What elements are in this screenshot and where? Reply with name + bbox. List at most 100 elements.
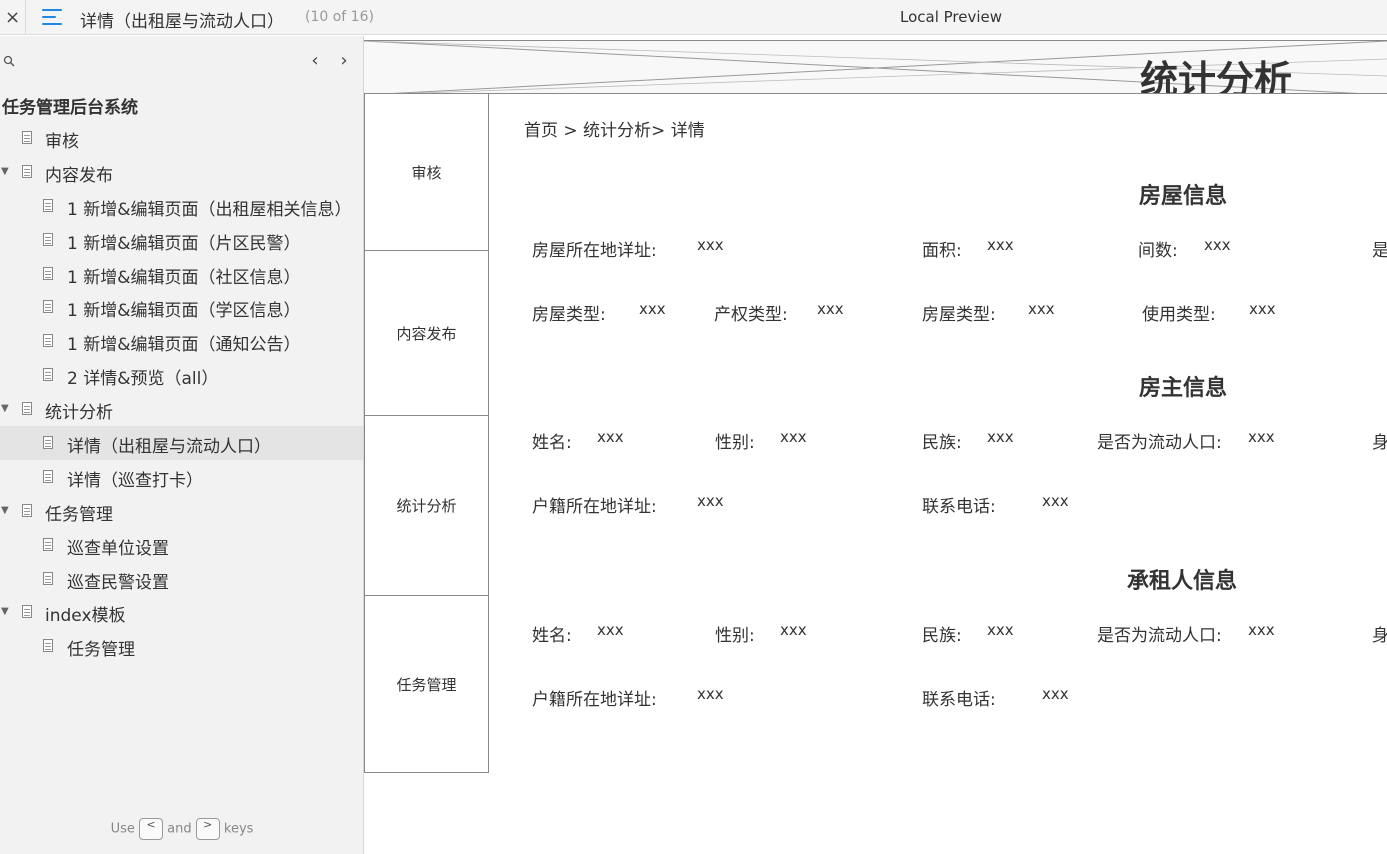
sidebar-item[interactable]: 审核 — [0, 121, 363, 155]
expand-caret-icon[interactable]: ▼ — [1, 505, 9, 516]
field-label: 户籍所在地详址: — [532, 690, 657, 710]
sidebar-item[interactable]: ▼ 任务管理 — [0, 494, 363, 528]
field-label: 间数: — [1138, 241, 1178, 261]
field-label: 产权类型: — [714, 305, 788, 325]
sidebar-item-label: 1 新增&编辑页面（通知公告） — [67, 335, 301, 356]
page-title: 详情（出租屋与流动人口） — [80, 12, 284, 32]
field-value: xxx — [597, 621, 624, 639]
expand-caret-icon[interactable]: ▼ — [1, 166, 9, 177]
sidebar-item-label: 详情（巡查打卡） — [67, 470, 203, 491]
sidebar-item[interactable]: ▼ 内容发布 — [0, 155, 363, 189]
sidebar-item-label: 任务管理 — [67, 640, 135, 661]
page-icon — [22, 605, 32, 619]
sidebar-item[interactable]: 1 新增&编辑页面（学区信息） — [0, 290, 363, 324]
field-house-cut: 是 — [1372, 236, 1387, 261]
hint-keys: keys — [223, 821, 254, 837]
section-title-tenant: 承租人信息 — [1127, 569, 1238, 594]
sidebar-item[interactable]: 1 新增&编辑页面（通知公告） — [0, 324, 363, 358]
nav-cell-review[interactable]: 审核 — [365, 94, 488, 251]
field-value: xxx — [780, 621, 807, 639]
sidebar-item-label: index模板 — [45, 606, 126, 627]
page-icon — [43, 571, 53, 585]
next-page-button[interactable]: › — [334, 50, 354, 71]
field-value: xxx — [1248, 428, 1275, 446]
field-house-area: 面积: xxx — [922, 236, 1014, 261]
tree-root-label: 任务管理后台系统 — [2, 98, 138, 118]
field-label: 民族: — [922, 433, 962, 453]
nav-cell-task-management[interactable]: 任务管理 — [365, 596, 488, 773]
field-owner-phone: 联系电话: xxx — [922, 492, 1069, 517]
preview-content: 统计分析 审核 内容发布 统计分析 任务管理 首页 > 统计分析> 详情 房屋信… — [364, 36, 1387, 854]
field-label: 民族: — [922, 626, 962, 646]
field-house-type-2: 房屋类型: xxx — [922, 300, 1055, 325]
field-property-type: 产权类型: xxx — [714, 300, 844, 325]
field-tenant-floating: 是否为流动人口: xxx — [1097, 621, 1275, 646]
sidebar-item[interactable]: 1 新增&编辑页面（片区民警） — [0, 223, 363, 257]
field-value: xxx — [1042, 492, 1069, 510]
field-label: 房屋类型: — [532, 305, 606, 325]
field-value: xxx — [1249, 300, 1276, 318]
page-icon — [43, 198, 53, 212]
field-tenant-cut: 身 — [1372, 621, 1387, 646]
field-house-rooms: 间数: xxx — [1138, 236, 1231, 261]
field-label: 房屋类型: — [922, 305, 996, 325]
page-icon — [22, 503, 32, 517]
preview-title: Local Preview — [900, 8, 1003, 26]
sidebar-item-label: 统计分析 — [45, 403, 113, 424]
right-key-icon: > — [195, 818, 220, 840]
sidebar-item[interactable]: 详情（巡查打卡） — [0, 460, 363, 494]
nav-cell-statistics[interactable]: 统计分析 — [365, 416, 488, 596]
nav-cell-publish[interactable]: 内容发布 — [365, 251, 488, 416]
sidebar-search-row: ‹ › — [0, 48, 363, 74]
sidebar-item-label: 2 详情&预览（all） — [67, 369, 219, 390]
field-tenant-phone: 联系电话: xxx — [922, 685, 1069, 710]
page-icon — [22, 131, 32, 144]
close-button[interactable]: × — [0, 0, 26, 35]
field-value: xxx — [987, 236, 1014, 254]
sidebar-item[interactable]: 1 新增&编辑页面（出租屋相关信息） — [0, 189, 363, 223]
field-house-address: 房屋所在地详址: xxx — [532, 236, 724, 261]
sidebar-item[interactable]: 1 新增&编辑页面（社区信息） — [0, 257, 363, 291]
sidebar: ‹ › 任务管理后台系统 审核 ▼ 内容发布 1 新增&编辑页面（出租屋相关信息） 1 … — [0, 36, 364, 854]
sidebar-item[interactable]: 巡查单位设置 — [0, 528, 363, 562]
sidebar-item-label: 1 新增&编辑页面（片区民警） — [67, 233, 301, 254]
search-icon[interactable] — [3, 55, 15, 67]
sidebar-item[interactable]: 巡查民警设置 — [0, 562, 363, 596]
page-icon — [22, 164, 32, 178]
page-icon — [43, 334, 53, 348]
banner-title: 统计分析 — [1140, 58, 1293, 94]
expand-caret-icon[interactable]: ▼ — [1, 606, 9, 617]
field-house-type: 房屋类型: xxx — [532, 300, 666, 325]
field-value: xxx — [639, 300, 666, 318]
field-value: xxx — [817, 300, 844, 318]
field-label: 姓名: — [532, 626, 572, 646]
expand-caret-icon[interactable]: ▼ — [1, 403, 9, 414]
close-icon: × — [4, 7, 21, 28]
previous-page-button[interactable]: ‹ — [305, 50, 325, 71]
sidebar-item[interactable]: 详情（出租屋与流动人口） — [0, 426, 363, 460]
sidebar-item[interactable]: ▼ index模板 — [0, 595, 363, 629]
field-label: 身 — [1372, 433, 1387, 453]
field-label: 性别: — [715, 626, 755, 646]
field-value: xxx — [1028, 300, 1055, 318]
field-value: xxx — [987, 428, 1014, 446]
page-icon — [43, 266, 53, 280]
page-icon — [43, 368, 53, 382]
field-owner-cut: 身 — [1372, 428, 1387, 453]
sidebar-item[interactable]: 2 详情&预览（all） — [0, 358, 363, 392]
page-count: (10 of 16) — [305, 9, 374, 25]
hint-use: Use — [110, 821, 135, 837]
section-title-house: 房屋信息 — [1139, 184, 1228, 209]
field-label: 性别: — [715, 433, 755, 453]
sidebar-item[interactable]: ▼ 统计分析 — [0, 392, 363, 426]
field-owner-household: 户籍所在地详址: xxx — [532, 492, 724, 517]
sidebar-item-label: 详情（出租屋与流动人口） — [67, 437, 271, 458]
sidebar-item-label: 任务管理 — [45, 504, 113, 525]
field-label: 面积: — [922, 241, 962, 261]
sidebar-item[interactable]: 任务管理 — [0, 629, 363, 663]
field-label: 身 — [1372, 626, 1387, 646]
field-label: 联系电话: — [922, 690, 996, 710]
hamburger-menu-icon[interactable] — [42, 8, 64, 26]
field-owner-gender: 性别: xxx — [715, 428, 807, 453]
hint-and: and — [167, 821, 192, 837]
